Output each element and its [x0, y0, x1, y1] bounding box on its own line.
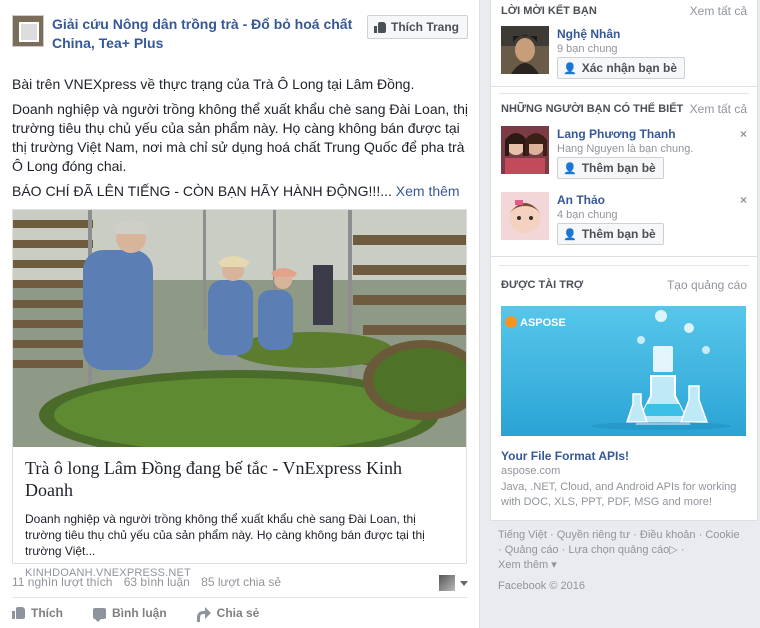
sponsored-box: ĐƯỢC TÀI TRỢ Tạo quảng cáo ASPOSE Your F…	[490, 257, 758, 521]
avatar	[439, 575, 455, 591]
ad-brand: ASPOSE	[520, 317, 566, 329]
tea-workers-photo	[13, 210, 466, 447]
footer-link-cookies[interactable]: Cookie	[705, 529, 739, 541]
add-friend-button[interactable]: 👤 Thêm bạn bè	[557, 157, 664, 179]
ad-domain: aspose.com	[501, 465, 561, 477]
like-label: Thích	[31, 606, 63, 620]
share-icon	[196, 607, 211, 622]
create-ad-link[interactable]: Tạo quảng cáo	[667, 278, 747, 292]
pymk-title: NHỮNG NGƯỜI BẠN CÓ THỂ BIẾT	[501, 103, 684, 115]
post-paragraph: Bài trên VNEXpress về thực trạng của Trà…	[12, 76, 415, 92]
news-feed-post: Giải cứu Nông dân trồng trà - Đổ bỏ hoá …	[0, 0, 480, 628]
pymk-see-all[interactable]: Xem tất cả	[690, 102, 747, 116]
link-preview-card[interactable]: Trà ô long Lâm Đồng đang bế tắc - VnExpr…	[12, 209, 467, 579]
add-friend-button[interactable]: 👤 Thêm bạn bè	[557, 223, 664, 245]
avatar[interactable]	[501, 192, 549, 240]
comment-label: Bình luận	[112, 606, 167, 620]
comment-icon	[93, 607, 106, 622]
share-label: Chia sẻ	[216, 606, 260, 620]
friend-requests-see-all[interactable]: Xem tất cả	[690, 4, 747, 18]
add-friend-icon: 👤	[563, 228, 577, 241]
shares-count[interactable]: 85 lượt chia sẻ	[201, 575, 281, 589]
post-callout: BÁO CHÍ ĐÃ LÊN TIẾNG - CÒN BẠN HÃY HÀNH …	[12, 182, 468, 201]
post-callout-text: BÁO CHÍ ĐÃ LÊN TIẾNG - CÒN BẠN HÃY HÀNH …	[12, 183, 392, 199]
comments-count[interactable]: 63 bình luận	[124, 575, 190, 589]
add-friend-icon: 👤	[563, 162, 577, 175]
post-stats: 11 nghìn lượt thích 63 bình luận 85 lượt…	[12, 575, 468, 591]
friend-requests-box: LỜI MỜI KẾT BẠN Xem tất cả Nghệ Nhân 9 b…	[490, 0, 758, 87]
post-actions: Thích Bình luận Chia sẻ	[12, 603, 468, 623]
link-description: Doanh nghiệp và người trồng không thể xu…	[25, 512, 425, 558]
sponsored-title: ĐƯỢC TÀI TRỢ	[501, 279, 584, 291]
add-friend-label: Thêm bạn bè	[581, 161, 656, 175]
chevron-down-icon: ▾	[551, 559, 557, 571]
link-preview-image[interactable]	[13, 210, 466, 447]
footer: Tiếng Việt · Quyền riêng tư · Điều khoản…	[498, 529, 740, 592]
page-avatar[interactable]	[12, 15, 44, 47]
confirm-friend-label: Xác nhận bạn bè	[581, 61, 678, 75]
like-button[interactable]: Thích	[12, 603, 63, 623]
like-page-button[interactable]: Thích Trang	[366, 15, 468, 39]
person-name[interactable]: An Thảo	[557, 193, 605, 207]
friend-request-item: Nghệ Nhân 9 bạn chung 👤 Xác nhận bạn bè	[501, 26, 747, 82]
close-icon[interactable]: ×	[740, 193, 747, 207]
confirm-friend-button[interactable]: 👤 Xác nhận bạn bè	[557, 57, 686, 79]
like-page-label: Thích Trang	[390, 20, 459, 34]
footer-link-terms[interactable]: Điều khoản	[640, 529, 696, 541]
avatar[interactable]	[501, 126, 549, 174]
ad-title[interactable]: Your File Format APIs!	[501, 449, 747, 463]
divider	[12, 597, 468, 598]
right-sidebar: LỜI MỜI KẾT BẠN Xem tất cả Nghệ Nhân 9 b…	[490, 0, 758, 601]
thumbs-up-icon	[373, 21, 386, 33]
likes-count[interactable]: 11 nghìn lượt thích	[12, 575, 112, 589]
post-as-selector[interactable]	[439, 575, 468, 591]
person-name[interactable]: Lang Phương Thanh	[557, 127, 676, 141]
friend-requests-title: LỜI MỜI KẾT BẠN	[501, 5, 597, 17]
mutual-friends[interactable]: 4 bạn chung	[557, 209, 618, 221]
footer-link-advertising[interactable]: Quảng cáo	[505, 544, 559, 556]
link-title[interactable]: Trà ô long Lâm Đồng đang bế tắc - VnExpr…	[25, 457, 454, 501]
footer-link-more[interactable]: Xem thêm	[498, 559, 548, 571]
add-friend-label: Thêm bạn bè	[581, 227, 656, 241]
post-header: Giải cứu Nông dân trồng trà - Đổ bỏ hoá …	[12, 13, 468, 53]
ad-choices-icon: ▷	[669, 544, 678, 556]
footer-link-language[interactable]: Tiếng Việt	[498, 529, 547, 541]
post-text: Bài trên VNEXpress về thực trạng của Trà…	[12, 75, 468, 207]
thumbs-up-icon	[12, 607, 25, 619]
person-name[interactable]: Nghệ Nhân	[557, 27, 620, 41]
post-paragraph: Doanh nghiệp và người trồng không thể xu…	[12, 101, 468, 174]
caret-down-icon	[460, 580, 468, 586]
share-button[interactable]: Chia sẻ	[196, 603, 260, 623]
footer-link-privacy[interactable]: Quyền riêng tư	[557, 529, 630, 541]
ad-image[interactable]: ASPOSE	[501, 306, 746, 436]
comment-button[interactable]: Bình luận	[93, 603, 167, 623]
pymk-item: An Thảo 4 bạn chung 👤 Thêm bạn bè ×	[501, 192, 747, 248]
copyright: Facebook © 2016	[498, 580, 585, 592]
see-more-link[interactable]: Xem thêm	[396, 183, 460, 199]
mutual-friends: Hang Nguyen là bạn chung.	[557, 143, 694, 155]
add-friend-icon: 👤	[563, 62, 577, 75]
pymk-item: Lang Phương Thanh Hang Nguyen là bạn chu…	[501, 126, 747, 182]
page-name-link[interactable]: Giải cứu Nông dân trồng trà - Đổ bỏ hoá …	[52, 15, 362, 53]
people-you-may-know-box: NHỮNG NGƯỜI BẠN CÓ THỂ BIẾT Xem tất cả L…	[490, 87, 758, 257]
mutual-friends[interactable]: 9 bạn chung	[557, 43, 618, 55]
close-icon[interactable]: ×	[740, 127, 747, 141]
ad-illustration: ASPOSE	[505, 310, 731, 430]
ad-description: Java, .NET, Cloud, and Android APIs for …	[501, 481, 737, 508]
footer-link-ad-choices[interactable]: Lựa chọn quảng cáo	[568, 544, 669, 556]
avatar[interactable]	[501, 26, 549, 74]
